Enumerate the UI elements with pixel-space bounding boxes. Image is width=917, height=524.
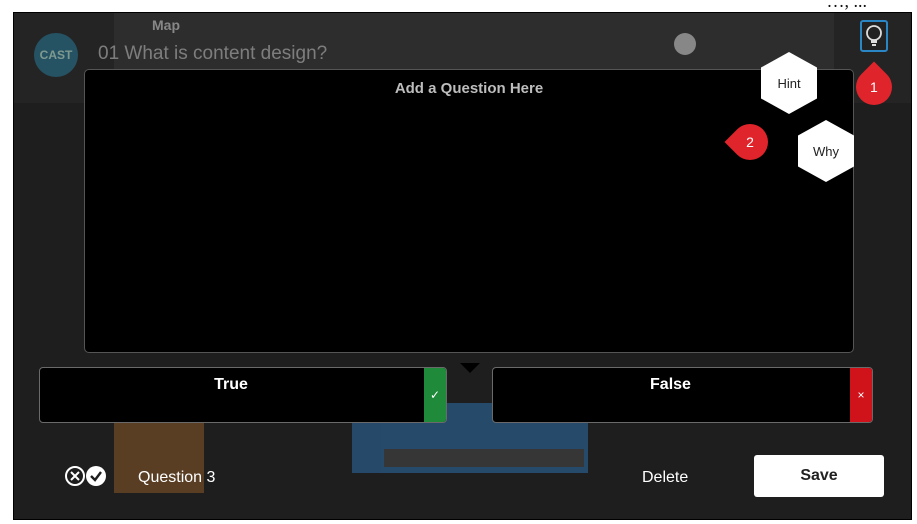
save-button[interactable]: Save [754, 455, 884, 497]
screen-frame: …, ... CAST Map 01 What is content desig… [0, 0, 917, 524]
marker-number: 1 [870, 79, 878, 96]
lightbulb-icon [866, 25, 882, 46]
close-icon: × [857, 388, 865, 402]
answer-label: False [650, 376, 691, 393]
answer-label: True [214, 376, 248, 393]
background-logo: CAST [34, 33, 78, 77]
question-placeholder: Add a Question Here [394, 80, 544, 97]
question-number-label: Question 3 [138, 469, 216, 486]
incorrect-flag[interactable]: × [850, 368, 872, 422]
marker-number: 2 [746, 134, 754, 151]
check-icon: ✓ [429, 388, 441, 402]
why-label: Why [813, 143, 839, 159]
hint-label: Hint [777, 75, 801, 91]
answer-true[interactable]: True ✓ [39, 367, 447, 423]
true-false-icon [65, 466, 106, 486]
clipped-text: …, ... [826, 0, 868, 11]
lightbulb-button[interactable] [860, 20, 888, 52]
correct-flag[interactable]: ✓ [424, 368, 446, 422]
question-text-area[interactable]: Add a Question Here [84, 69, 854, 353]
question-pointer [460, 363, 480, 373]
answer-false[interactable]: False × [492, 367, 873, 423]
clock-icon [674, 33, 696, 55]
delete-button[interactable]: Delete [642, 469, 688, 487]
editor-footer: Question 3 Delete Save [14, 455, 911, 497]
background-lesson-title: 01 What is content design? [98, 43, 328, 64]
editor-stage: CAST Map 01 What is content design? Add … [13, 12, 912, 520]
background-map-label: Map [152, 17, 180, 33]
